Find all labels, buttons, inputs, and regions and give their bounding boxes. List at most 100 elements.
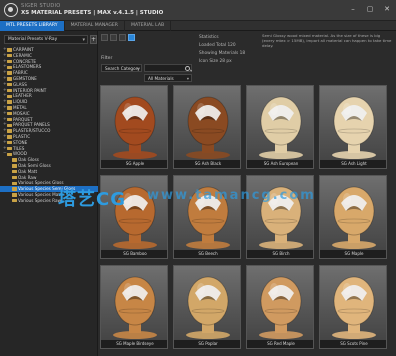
material-card[interactable]: SG Poplar	[173, 265, 241, 349]
material-label: SG Bamboo	[101, 250, 167, 258]
material-ball-icon	[186, 276, 230, 339]
folder-icon	[7, 65, 12, 69]
filter-label: Filter	[101, 56, 113, 61]
material-card[interactable]: SG Bamboo	[100, 175, 168, 259]
close-icon[interactable]: ✕	[382, 5, 392, 13]
material-preview	[174, 266, 240, 342]
grid-view-icon[interactable]	[101, 34, 108, 41]
tab-material-lab[interactable]: MATERIAL LAB	[125, 21, 172, 31]
sidebar: Material Presets V-Ray ▾ + + CARPAINT + CER…	[0, 31, 98, 356]
folder-icon	[7, 123, 12, 127]
search-category-select[interactable]: Search Category ▾	[101, 64, 142, 72]
folder-icon	[7, 117, 12, 122]
material-preview	[320, 176, 386, 252]
add-library-button[interactable]: +	[90, 35, 97, 44]
tree-item-label: Various Species Raw	[18, 197, 61, 203]
material-card[interactable]: SG Beech	[173, 175, 241, 259]
list-view-icon[interactable]	[110, 34, 117, 41]
material-filter-select[interactable]: All Materials ▾	[144, 74, 192, 82]
material-label: SG Poplar	[174, 340, 240, 348]
tree-item-label: Oak Gloss	[18, 157, 39, 163]
tree-item-label: CERAMIC	[13, 52, 32, 58]
material-card[interactable]: SG Apple	[100, 85, 168, 169]
tree-item-label: TILES	[13, 145, 25, 151]
material-card[interactable]: SG Ash Light	[319, 85, 387, 169]
folder-icon	[12, 187, 17, 191]
library-select[interactable]: Material Presets V-Ray ▾	[4, 35, 88, 44]
material-card[interactable]: SG Scots Pine	[319, 265, 387, 349]
material-card[interactable]: SG Maple Birdseye	[100, 265, 168, 349]
material-ball-icon	[259, 276, 303, 339]
search-icon[interactable]	[185, 65, 190, 71]
folder-icon	[12, 193, 17, 197]
tree-item-label: GEMSTONE	[13, 75, 37, 81]
tree-item-label: STONE	[13, 139, 28, 145]
folder-icon	[12, 158, 17, 162]
material-preview	[101, 176, 167, 252]
tab-material-manager[interactable]: MATERIAL MANAGER	[65, 21, 126, 31]
folder-icon	[7, 83, 12, 87]
tree-item-label: FABRIC	[13, 70, 28, 76]
folder-icon	[12, 181, 17, 185]
material-preview	[320, 266, 386, 342]
tab-mtl-presets-library[interactable]: MTL PRESETS LIBRARY	[0, 21, 65, 31]
chevron-down-icon: ▾	[82, 37, 85, 43]
folder-icon	[7, 152, 12, 156]
material-card[interactable]: SG Red Maple	[246, 265, 314, 349]
material-card[interactable]: SG Birch	[246, 175, 314, 259]
material-preview	[101, 86, 167, 162]
category-tree: + CARPAINT + CERAMIC + CONCRETE + ELASTOMERS + FA…	[0, 47, 98, 204]
material-label: SG Birch	[247, 250, 313, 258]
material-ball-icon	[259, 96, 303, 159]
material-card[interactable]: SG Ash European	[246, 85, 314, 169]
material-ball-icon	[113, 96, 157, 159]
library-select-value: Material Presets V-Ray	[8, 37, 58, 42]
folder-icon	[7, 129, 12, 133]
material-label: SG Scots Pine	[320, 340, 386, 348]
app-logo-icon	[4, 3, 18, 17]
material-grid: SG Apple SG Ash Black SG Ash European SG As…	[100, 85, 392, 356]
material-label: SG Red Maple	[247, 340, 313, 348]
material-ball-icon	[186, 96, 230, 159]
tree-item-label: CARPAINT	[13, 47, 34, 52]
folder-icon	[7, 135, 12, 139]
tree-item[interactable]: Various Species Raw	[0, 198, 98, 204]
tree-item-label: LEATHER	[13, 93, 32, 99]
folder-icon	[7, 106, 12, 110]
material-ball-icon	[332, 276, 376, 339]
folder-icon	[12, 170, 17, 174]
material-preview	[174, 176, 240, 252]
folder-icon	[7, 146, 12, 151]
material-label: SG Apple	[101, 160, 167, 168]
tree-item-label: PARQUET PANELS	[13, 122, 50, 128]
search-input[interactable]	[144, 64, 192, 72]
folder-icon	[7, 48, 12, 52]
material-ball-icon	[259, 186, 303, 249]
tree-item-label: Various Species Gloss	[18, 180, 64, 186]
folder-icon	[7, 59, 12, 64]
material-card[interactable]: SG Ash Black	[173, 85, 241, 169]
tree-item-label: INTERIOR PAINT	[13, 87, 47, 93]
chevron-down-icon: ▾	[186, 76, 189, 81]
tree-item-label: PARQUET	[13, 116, 33, 122]
tree-item-label: PLASTIC	[13, 133, 31, 139]
tree-item-label: Various Species Matt	[18, 191, 62, 197]
material-card[interactable]: SG Maple	[319, 175, 387, 259]
folder-icon	[7, 94, 12, 98]
toolbar	[101, 34, 135, 41]
tree-item-label: Various Species Semi Gloss	[18, 186, 76, 192]
tree-item-label: GLASS	[13, 81, 27, 87]
material-label: SG Ash European	[247, 160, 313, 168]
tree-item-label: Oak Matt	[18, 168, 38, 174]
loaded-total: Loaded Total 120	[199, 43, 236, 48]
tree-item-label: CONCRETE	[13, 58, 37, 64]
tree-item-label: LIQUID	[13, 99, 28, 105]
material-ball-icon	[113, 186, 157, 249]
app-title: XS MATERIAL PRESETS | MAX v.4.1.5 | STUD…	[21, 10, 164, 16]
refresh-icon[interactable]	[119, 34, 126, 41]
maximize-icon[interactable]: ▢	[365, 5, 375, 13]
folder-icon	[12, 199, 17, 203]
minimize-icon[interactable]: –	[348, 5, 358, 13]
tree-item-label: WOOD	[13, 151, 27, 157]
import-icon[interactable]	[128, 34, 135, 41]
